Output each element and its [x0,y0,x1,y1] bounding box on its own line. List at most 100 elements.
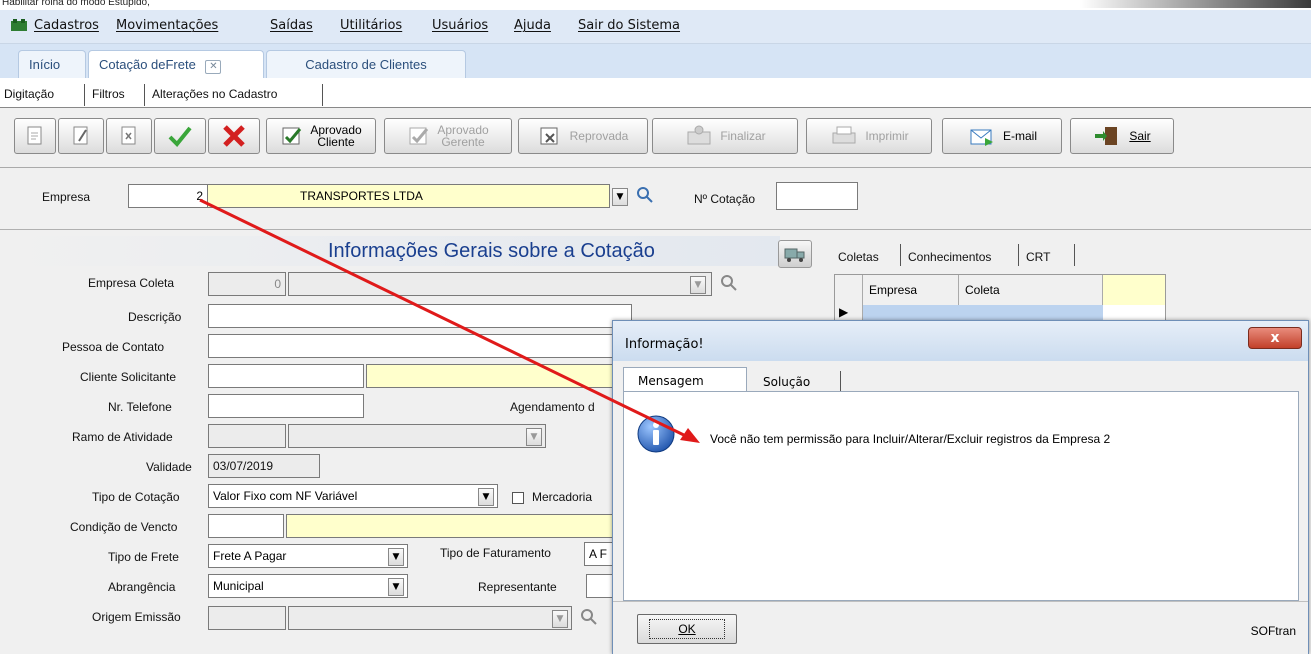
close-icon: x [1270,330,1280,346]
finalize-icon [687,125,711,145]
subtab-digitacao[interactable]: Digitação [4,87,54,101]
dialog-close-button[interactable]: x [1248,327,1302,349]
info-icon [637,415,675,453]
dialog-tab-mensagem[interactable]: Mensagem [623,367,747,393]
empresa-coleta-code[interactable]: 0 [208,272,286,296]
truck-icon [784,248,805,262]
dialog-tab-solucao[interactable]: Solução [749,371,841,393]
ok-button[interactable]: OK [637,614,737,644]
aprovado-cliente-line2: Cliente [317,135,355,149]
tipo-frete-select[interactable]: Frete A Pagar [208,544,408,568]
search-icon[interactable] [636,186,654,204]
delete-button[interactable] [106,118,152,154]
abrangencia-select[interactable]: Municipal [208,574,408,598]
side-tab-divider [1074,244,1075,266]
tab-close-icon[interactable]: ✕ [205,60,222,74]
cancel-button[interactable] [208,118,260,154]
side-tab-crt[interactable]: CRT [1026,250,1050,264]
imprimir-button[interactable]: Imprimir [806,118,932,154]
validade-field[interactable]: 03/07/2019 [208,454,320,478]
tab-cotacao-frete[interactable]: Cotação deFrete ✕ [88,50,264,78]
tipo-cotacao-select[interactable]: Valor Fixo com NF Variável [208,484,498,508]
telefone-field[interactable] [208,394,364,418]
origem-emissao-name[interactable] [288,606,572,630]
menu-sair-sistema[interactable]: Sair do Sistema [578,18,680,33]
search-icon[interactable] [720,274,738,292]
imprimir-label: Imprimir [865,129,909,143]
new-document-icon [27,126,42,145]
descricao-field[interactable] [208,304,632,328]
tab-inicio[interactable]: Início [18,50,86,78]
dialog-titlebar[interactable]: Informação! x [613,321,1308,361]
ramo-atividade-dropdown[interactable]: ▼ [526,428,542,446]
cliente-solicitante-name[interactable] [366,364,618,388]
cliente-solicitante-code[interactable] [208,364,364,388]
check-icon [168,126,192,147]
dialog-tab-solucao-label: Solução [763,375,811,389]
abrangencia-dropdown[interactable]: ▼ [388,578,404,596]
reprovada-button[interactable]: Reprovada [518,118,648,154]
finalizar-button[interactable]: Finalizar [652,118,798,154]
condicao-vencto-code[interactable] [208,514,284,538]
origem-emissao-code[interactable] [208,606,286,630]
exit-door-icon [1095,127,1118,145]
menu-usuarios[interactable]: Usuários [432,18,488,33]
tab-cadastro-clientes[interactable]: Cadastro de Clientes [266,50,466,78]
empresa-coleta-name[interactable] [288,272,712,296]
tab-cotacao-frete-label: Cotação deFrete [99,57,196,72]
dialog-title: Informação! [625,337,704,352]
menu-cadastros[interactable]: Cadastros [34,18,99,33]
empresa-code-field[interactable]: 2 [128,184,208,208]
side-tab-conhecimentos[interactable]: Conhecimentos [908,250,991,264]
confirm-button[interactable] [154,118,206,154]
cotacao-field[interactable] [776,182,858,210]
side-tab-coletas[interactable]: Coletas [838,250,879,264]
side-tab-divider [900,244,901,266]
subtab-alteracoes[interactable]: Alterações no Cadastro [152,87,277,101]
window-caption: Habilitar rolha do modo Estupido, [2,0,150,8]
title-gradient [1080,0,1311,8]
empresa-panel: Empresa 2 TRANSPORTES LTDA ▼ Nº Cotação [0,168,1311,230]
condicao-vencto-name[interactable] [286,514,620,538]
cancel-x-icon [223,125,245,147]
new-button[interactable] [14,118,56,154]
origem-emissao-label: Origem Emissão [92,610,181,624]
menu-saidas[interactable]: Saídas [270,18,313,33]
menu-ajuda[interactable]: Ajuda [514,18,551,33]
menu-utilitarios[interactable]: Utilitários [340,18,402,33]
tipo-cotacao-dropdown[interactable]: ▼ [478,488,494,506]
reprovada-label: Reprovada [569,129,629,143]
aprovado-gerente-button[interactable]: Aprovado Gerente [384,118,512,154]
pessoa-contato-label: Pessoa de Contato [62,340,165,354]
empresa-dropdown[interactable]: ▼ [612,188,628,206]
empresa-coleta-dropdown[interactable]: ▼ [690,276,706,294]
mercadoria-checkbox[interactable] [512,492,524,504]
grid-col-coleta[interactable]: Coleta [959,275,1103,305]
subtab-filtros[interactable]: Filtros [92,87,125,101]
search-icon[interactable] [580,608,598,626]
brand-label: SOFtran [1250,624,1296,638]
dialog-message: Você não tem permissão para Incluir/Alte… [710,432,1111,446]
representante-label: Representante [478,580,557,594]
row-pointer-icon: ▶ [839,305,849,319]
tipo-faturamento-label: Tipo de Faturamento [440,546,551,560]
email-button[interactable]: E-mail [942,118,1062,154]
dialog-message-area: Você não tem permissão para Incluir/Alte… [623,391,1299,601]
chevron-down-icon: ▼ [616,192,624,202]
edit-button[interactable] [58,118,104,154]
grid-col-empresa[interactable]: Empresa [863,275,959,305]
edit-icon [73,126,88,145]
sub-tab-bar: Digitação Filtros Alterações no Cadastro [0,78,1311,108]
sair-button[interactable]: Sair [1070,118,1174,154]
origem-emissao-dropdown[interactable]: ▼ [552,610,568,628]
truck-button[interactable] [778,240,812,268]
abrangencia-label: Abrangência [108,580,176,594]
ramo-atividade-code[interactable] [208,424,286,448]
menu-movimentacoes[interactable]: Movimentações [116,18,218,33]
pessoa-contato-field[interactable] [208,334,618,358]
descricao-label: Descrição [128,310,182,324]
empresa-name-field[interactable]: TRANSPORTES LTDA [208,184,610,208]
ramo-atividade-name[interactable] [288,424,546,448]
tipo-frete-dropdown[interactable]: ▼ [388,548,404,566]
aprovado-cliente-button[interactable]: Aprovado Cliente [266,118,376,154]
